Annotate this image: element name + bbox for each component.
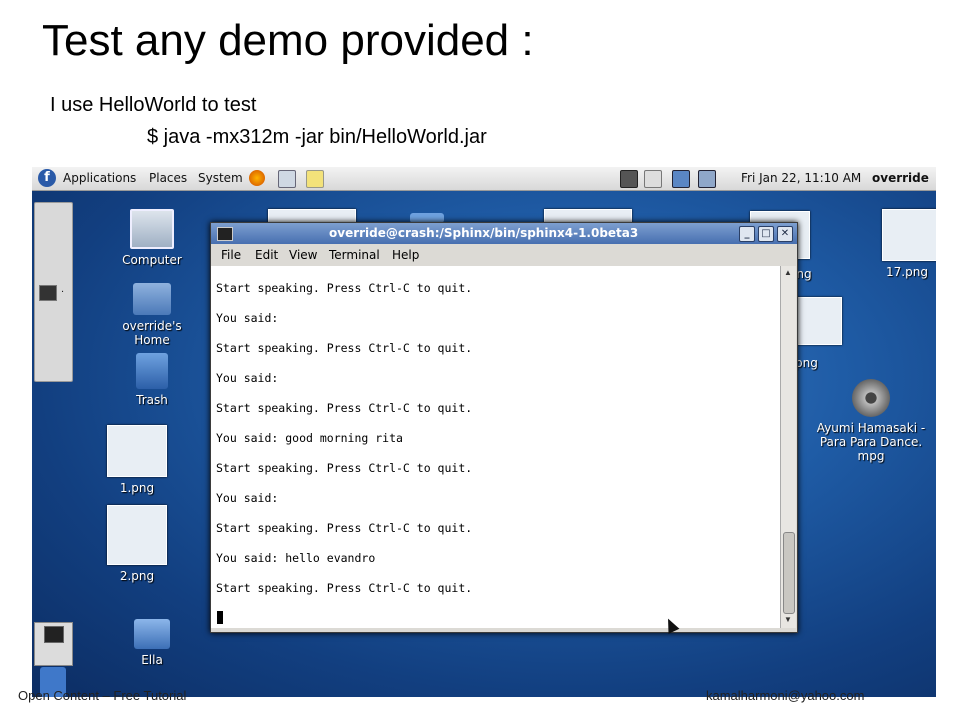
battery-icon[interactable]	[698, 170, 716, 188]
film-reel-icon	[852, 379, 890, 417]
terminal-line: Start speaking. Press Ctrl-C to quit.	[216, 461, 473, 475]
terminal-cursor	[217, 611, 223, 624]
firefox-icon[interactable]	[249, 170, 265, 186]
terminal-scrollbar[interactable]: ▲ ▼	[780, 266, 796, 628]
mail-icon[interactable]	[278, 170, 296, 188]
menu-file[interactable]: File	[221, 248, 241, 262]
menu-terminal[interactable]: Terminal	[329, 248, 380, 262]
terminal-line: Start speaking. Press Ctrl-C to quit.	[216, 581, 473, 595]
desktop-icon-label: 17.png	[886, 265, 928, 279]
terminal-taskbar-icon	[44, 626, 64, 643]
terminal-line: Start speaking. Press Ctrl-C to quit.	[216, 521, 473, 535]
terminal-line: You said:	[216, 371, 279, 385]
desktop-icon-label: Computer	[122, 253, 182, 267]
desktop-icon-1png[interactable]: 1.png	[92, 425, 182, 495]
desktop-icon-label: override's Home	[122, 319, 182, 347]
terminal-line: Start speaking. Press Ctrl-C to quit.	[216, 341, 473, 355]
left-dock: .	[34, 202, 73, 382]
terminal-title: override@crash:/Sphinx/bin/sphinx4-1.0be…	[329, 226, 639, 240]
image-thumbnail-icon[interactable]	[794, 297, 842, 345]
notes-icon[interactable]	[306, 170, 324, 188]
terminal-line: You said:	[216, 491, 279, 505]
terminal-line: Start speaking. Press Ctrl-C to quit.	[216, 281, 473, 295]
terminal-output[interactable]: Start speaking. Press Ctrl-C to quit. Yo…	[211, 266, 780, 628]
menu-edit[interactable]: Edit	[255, 248, 278, 262]
slide-title: Test any demo provided :	[42, 16, 534, 65]
desktop-icon-label: Ayumi Hamasaki - Para Para Dance.	[816, 421, 926, 449]
top-panel: f Applications Places System Fri Jan 22,…	[32, 167, 936, 191]
desktop-icon-label: Trash	[136, 393, 168, 407]
scroll-up-icon[interactable]: ▲	[783, 268, 793, 278]
home-folder-icon	[133, 283, 171, 315]
terminal-line: You said: good morning rita	[216, 431, 403, 445]
trash-icon	[136, 353, 168, 389]
menu-system[interactable]: System	[198, 171, 243, 185]
footer-left: Open Content – Free Tutorial	[18, 688, 187, 703]
desktop-icon-ella[interactable]: Ella	[107, 619, 197, 667]
desktop-icon-2png[interactable]: 2.png	[92, 505, 182, 583]
scrollbar-thumb[interactable]	[783, 532, 795, 614]
footer-email: kamalharmoni@yahoo.com	[706, 688, 865, 703]
minimize-icon[interactable]: _	[739, 226, 755, 242]
image-thumbnail-icon	[882, 209, 936, 261]
dock-dot: .	[61, 283, 65, 295]
desktop-icon-label: 2.png	[119, 569, 155, 583]
terminal-window[interactable]: override@crash:/Sphinx/bin/sphinx4-1.0be…	[210, 222, 798, 633]
command-line: $ java -mx312m -jar bin/HelloWorld.jar	[147, 126, 487, 148]
menu-help[interactable]: Help	[392, 248, 419, 262]
terminal-menubar: File Edit View Terminal Help	[211, 244, 797, 266]
desktop-icon-trash[interactable]: Trash	[107, 353, 197, 407]
desktop-icon-home[interactable]: override's Home	[107, 283, 197, 347]
monitor-icon[interactable]	[620, 170, 638, 188]
computer-icon	[130, 209, 174, 249]
desktop-icon-label: mpg	[857, 449, 885, 463]
network-icon[interactable]	[672, 170, 690, 188]
terminal-titlebar[interactable]: override@crash:/Sphinx/bin/sphinx4-1.0be…	[211, 223, 797, 244]
desktop-screenshot: f Applications Places System Fri Jan 22,…	[32, 167, 936, 697]
menu-applications[interactable]: Applications	[63, 171, 136, 185]
panel-clock[interactable]: Fri Jan 22, 11:10 AM	[741, 171, 861, 185]
terminal-line: You said: hello evandro	[216, 551, 376, 565]
slide-subtitle: I use HelloWorld to test	[50, 94, 257, 116]
image-thumbnail-icon	[107, 425, 167, 477]
menu-places[interactable]: Places	[149, 171, 187, 185]
terminal-launcher-icon[interactable]	[39, 285, 57, 301]
close-icon[interactable]: ✕	[777, 226, 793, 242]
desktop-icon-label: 1.png	[119, 481, 155, 495]
desktop-icon-17png[interactable]: 17.png	[872, 209, 936, 279]
terminal-line: Start speaking. Press Ctrl-C to quit.	[216, 401, 473, 415]
panel-user[interactable]: override	[872, 171, 929, 185]
desktop-icon-label: Ella	[141, 653, 163, 667]
taskbar-terminal[interactable]	[34, 622, 73, 666]
fedora-logo-icon[interactable]: f	[38, 169, 56, 187]
image-thumbnail-icon	[107, 505, 167, 565]
scroll-down-icon[interactable]: ▼	[783, 615, 793, 625]
folder-icon	[134, 619, 170, 649]
terminal-line: You said:	[216, 311, 279, 325]
partial-label: png	[795, 356, 818, 370]
maximize-icon[interactable]: □	[758, 226, 774, 242]
volume-icon[interactable]	[644, 170, 662, 188]
menu-view[interactable]: View	[289, 248, 317, 262]
terminal-icon	[217, 227, 233, 241]
desktop-icon-computer[interactable]: Computer	[107, 209, 197, 267]
desktop-icon-video[interactable]: Ayumi Hamasaki - Para Para Dance. mpg	[816, 379, 926, 463]
